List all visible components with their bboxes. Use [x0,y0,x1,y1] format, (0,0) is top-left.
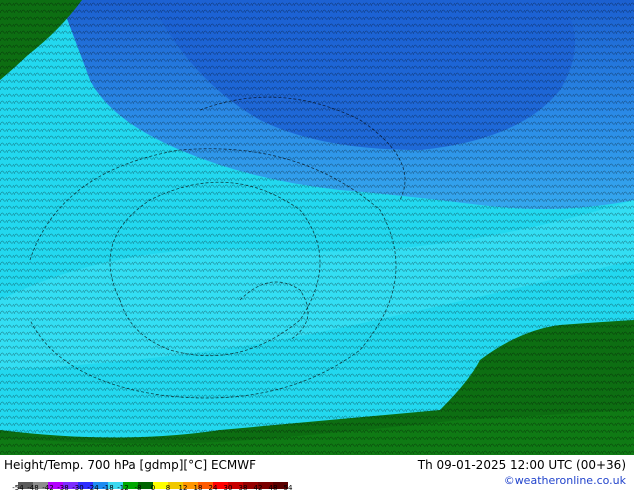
legend-tick-label: 18 [193,484,203,492]
map-title: Height/Temp. 700 hPa [gdmp][°C] ECMWF [4,458,257,472]
legend-tick-label: -48 [27,484,39,492]
legend-tick-label: 54 [283,484,293,492]
legend-tick-label: -42 [42,484,54,492]
map-panel [0,0,634,455]
legend-tick-label: 8 [165,484,171,492]
legend-tick-label: 38 [238,484,248,492]
legend-tick-label: 0 [150,484,156,492]
legend-tick-label: -38 [57,484,69,492]
legend-tick-label: 30 [223,484,233,492]
legend-tick-label: -24 [87,484,99,492]
footer: Height/Temp. 700 hPa [gdmp][°C] ECMWF Th… [0,455,634,492]
weather-map [0,0,634,455]
legend-tick-label: -18 [102,484,114,492]
legend-tick-label: 24 [208,484,218,492]
legend-tick-label: -54 [12,484,24,492]
legend-tick-label: 12 [178,484,188,492]
legend-tick-label: 48 [268,484,278,492]
legend-tick-label: 42 [253,484,263,492]
credit-link[interactable]: ©weatheronline.co.uk [504,474,626,487]
legend-tick-label: -8 [134,484,142,492]
valid-time: Th 09-01-2025 12:00 UTC (00+36) [417,458,626,472]
legend-tick-label: -12 [117,484,129,492]
legend-tick-label: -30 [72,484,84,492]
